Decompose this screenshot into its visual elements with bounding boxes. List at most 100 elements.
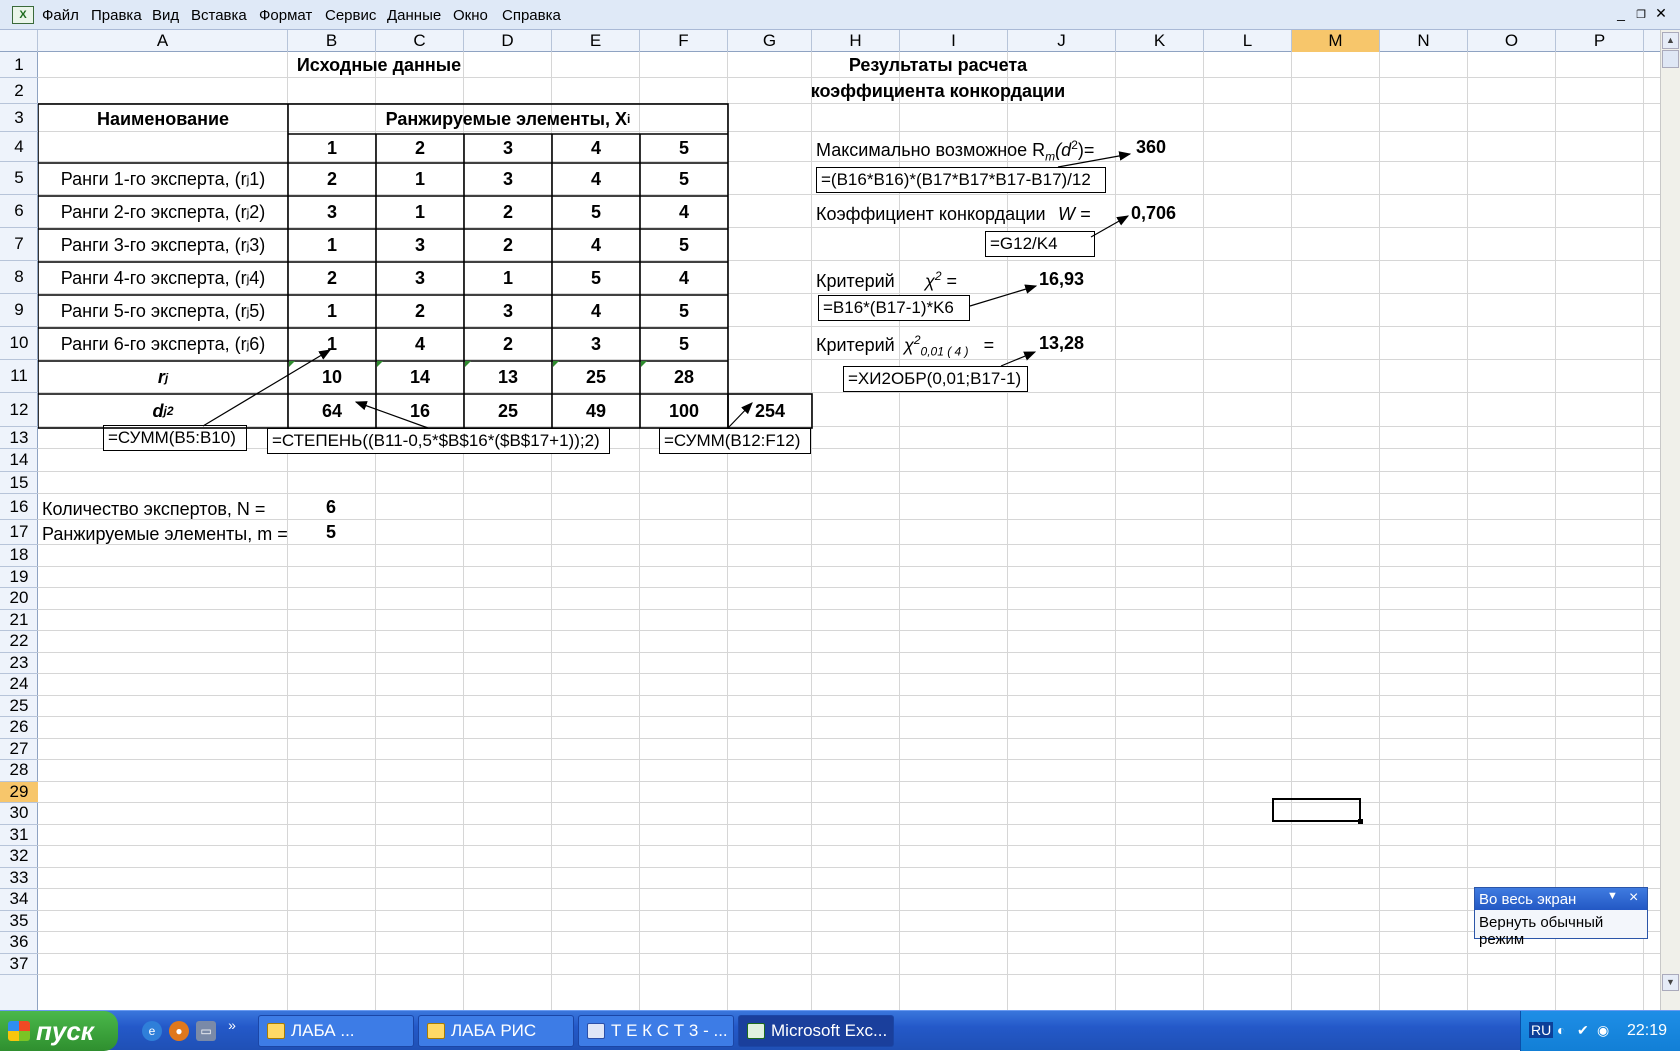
expert-2-rank-3[interactable]: 2 [464, 196, 552, 229]
column-header-e[interactable]: E [552, 30, 640, 52]
chi-value[interactable]: 16,93 [1039, 270, 1084, 288]
dev-cell-4[interactable]: 49 [552, 394, 640, 428]
elements-count-value[interactable]: 5 [326, 523, 336, 541]
expert-6-rank-5[interactable]: 5 [640, 328, 728, 361]
row-header-10[interactable]: 10 [0, 327, 38, 360]
element-number-2[interactable]: 2 [376, 134, 464, 163]
menu-help[interactable]: Справка [502, 7, 561, 24]
row-header-20[interactable]: 20 [0, 588, 38, 610]
row-header-15[interactable]: 15 [0, 472, 38, 494]
column-header-o[interactable]: O [1468, 30, 1556, 52]
column-header-d[interactable]: D [464, 30, 552, 52]
sum-cell-3[interactable]: 13 [464, 361, 552, 394]
element-number-1[interactable]: 1 [288, 134, 376, 163]
row-header-33[interactable]: 33 [0, 868, 38, 889]
menu-edit[interactable]: Правка [91, 7, 142, 24]
experts-count-value[interactable]: 6 [326, 498, 336, 516]
max-value[interactable]: 360 [1136, 138, 1166, 156]
language-indicator[interactable]: RU [1529, 1022, 1554, 1038]
toolbar-close-icon[interactable]: × [1629, 889, 1638, 907]
expert-6-rank-1[interactable]: 1 [288, 328, 376, 361]
row-header-25[interactable]: 25 [0, 696, 38, 717]
menu-tools[interactable]: Сервис [325, 7, 376, 24]
dev-cell-3[interactable]: 25 [464, 394, 552, 428]
expert-5-rank-1[interactable]: 1 [288, 295, 376, 328]
expert-1-rank-3[interactable]: 3 [464, 163, 552, 196]
menu-file[interactable]: Файл [42, 7, 79, 24]
quicklaunch-more-icon[interactable]: » [226, 1015, 238, 1035]
expert-6-rank-2[interactable]: 4 [376, 328, 464, 361]
sum-cell-5[interactable]: 28 [640, 361, 728, 394]
column-header-f[interactable]: F [640, 30, 728, 52]
column-header-n[interactable]: N [1380, 30, 1468, 52]
restore-icon[interactable]: ❐ [1632, 8, 1650, 21]
menu-window[interactable]: Окно [453, 7, 488, 24]
menu-data[interactable]: Данные [387, 7, 441, 24]
dev-cell-5[interactable]: 100 [640, 394, 728, 428]
row-header-14[interactable]: 14 [0, 449, 38, 472]
row-header-27[interactable]: 27 [0, 739, 38, 760]
scroll-up-icon[interactable]: ▲ [1662, 32, 1679, 49]
row-header-7[interactable]: 7 [0, 228, 38, 261]
column-header-p[interactable]: P [1556, 30, 1644, 52]
expert-4-rank-1[interactable]: 2 [288, 262, 376, 295]
expert-3-rank-2[interactable]: 3 [376, 229, 464, 262]
worksheet-grid[interactable]: Исходные данные Результаты расчета коэфф… [38, 52, 1660, 1010]
row-header-17[interactable]: 17 [0, 520, 38, 545]
column-header-a[interactable]: A [38, 30, 288, 52]
menu-insert[interactable]: Вставка [191, 7, 247, 24]
menu-view[interactable]: Вид [152, 7, 179, 24]
dev-total-cell[interactable]: 254 [728, 394, 812, 428]
firefox-icon[interactable]: ● [169, 1021, 189, 1041]
expert-5-rank-2[interactable]: 2 [376, 295, 464, 328]
expert-1-rank-1[interactable]: 2 [288, 163, 376, 196]
row-header-5[interactable]: 5 [0, 162, 38, 195]
row-header-8[interactable]: 8 [0, 261, 38, 294]
tray-security-icon[interactable]: ✔ [1577, 1022, 1589, 1039]
expert-4-rank-4[interactable]: 5 [552, 262, 640, 295]
row-header-36[interactable]: 36 [0, 932, 38, 954]
element-number-5[interactable]: 5 [640, 134, 728, 163]
toolbar-options-icon[interactable]: ▼ [1607, 890, 1618, 902]
expert-2-rank-1[interactable]: 3 [288, 196, 376, 229]
dev-cell-1[interactable]: 64 [288, 394, 376, 428]
expert-1-rank-5[interactable]: 5 [640, 163, 728, 196]
row-header-11[interactable]: 11 [0, 360, 38, 393]
row-header-32[interactable]: 32 [0, 846, 38, 868]
expert-6-rank-4[interactable]: 3 [552, 328, 640, 361]
tray-network-icon[interactable]: ◐ [1557, 1022, 1565, 1038]
row-header-19[interactable]: 19 [0, 567, 38, 588]
expert-4-rank-3[interactable]: 1 [464, 262, 552, 295]
row-header-35[interactable]: 35 [0, 911, 38, 932]
row-header-29[interactable]: 29 [0, 781, 38, 803]
expert-5-rank-3[interactable]: 3 [464, 295, 552, 328]
row-header-26[interactable]: 26 [0, 717, 38, 739]
row-header-23[interactable]: 23 [0, 653, 38, 674]
column-header-c[interactable]: C [376, 30, 464, 52]
dev-cell-2[interactable]: 16 [376, 394, 464, 428]
fill-handle[interactable] [1358, 819, 1363, 824]
select-all-corner[interactable] [0, 30, 38, 52]
column-header-h[interactable]: H [812, 30, 900, 52]
row-header-34[interactable]: 34 [0, 889, 38, 911]
row-header-3[interactable]: 3 [0, 104, 38, 132]
close-icon[interactable]: ✕ [1652, 5, 1670, 22]
element-number-4[interactable]: 4 [552, 134, 640, 163]
row-header-22[interactable]: 22 [0, 631, 38, 653]
taskbar-button-laba[interactable]: ЛАБА ... [258, 1015, 414, 1047]
row-header-2[interactable]: 2 [0, 78, 38, 104]
expert-3-rank-3[interactable]: 2 [464, 229, 552, 262]
fullscreen-toolbar-header[interactable]: Во весь экран ▼ × [1475, 888, 1647, 910]
sum-cell-4[interactable]: 25 [552, 361, 640, 394]
row-header-24[interactable]: 24 [0, 674, 38, 696]
sum-cell-2[interactable]: 14 [376, 361, 464, 394]
row-header-37[interactable]: 37 [0, 954, 38, 975]
element-number-3[interactable]: 3 [464, 134, 552, 163]
expert-6-rank-3[interactable]: 2 [464, 328, 552, 361]
row-header-12[interactable]: 12 [0, 393, 38, 427]
expert-2-rank-5[interactable]: 4 [640, 196, 728, 229]
column-header-l[interactable]: L [1204, 30, 1292, 52]
expert-3-rank-1[interactable]: 1 [288, 229, 376, 262]
expert-1-rank-4[interactable]: 4 [552, 163, 640, 196]
column-header-i[interactable]: I [900, 30, 1008, 52]
